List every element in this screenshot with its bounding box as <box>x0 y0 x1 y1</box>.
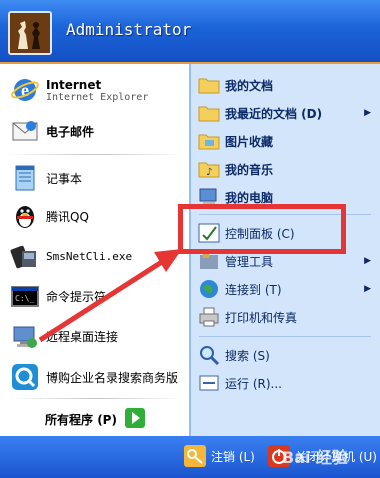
submenu-arrow-icon: ▶ <box>364 284 371 294</box>
user-header: Administrator <box>0 0 380 64</box>
submenu-arrow-icon: ▶ <box>364 256 371 266</box>
smsnetcli-icon <box>10 241 40 271</box>
run-label: 运行 (R)... <box>225 376 282 391</box>
username-label: Administrator <box>66 20 192 39</box>
my-pictures-folder-icon <box>197 129 221 153</box>
my-documents-folder-icon <box>197 73 221 97</box>
recent-documents-label: 我最近的文档 (D) <box>225 106 323 121</box>
remote-desktop-label: 远程桌面连接 <box>46 329 119 344</box>
menu-item-my-music[interactable]: ♪ 我的音乐 <box>197 156 375 182</box>
internet-explorer-icon: e <box>10 75 40 105</box>
connect-to-globe-icon <box>197 277 221 301</box>
command-prompt-icon: C:\_ <box>10 281 40 311</box>
admin-tools-label: 管理工具 <box>225 254 274 269</box>
my-computer-label: 我的电脑 <box>225 190 274 205</box>
my-pictures-label: 图片收藏 <box>225 134 274 149</box>
remote-desktop-icon <box>10 321 40 351</box>
menu-item-remote-desktop[interactable]: 远程桌面连接 <box>0 318 190 354</box>
all-programs-label: 所有程序 (P) <box>45 412 117 427</box>
menu-item-internet[interactable]: e Internet Internet Explorer <box>0 70 190 110</box>
menu-item-run[interactable]: 运行 (R)... <box>197 370 375 396</box>
system-separator <box>199 336 371 337</box>
recent-documents-folder-icon <box>197 101 221 125</box>
menu-item-my-documents[interactable]: 我的文档 <box>197 72 375 98</box>
my-music-label: 我的音乐 <box>225 162 274 177</box>
bogou-search-icon <box>10 362 40 392</box>
menu-item-search[interactable]: 搜索 (S) <box>197 342 375 368</box>
menu-item-my-pictures[interactable]: 图片收藏 <box>197 128 375 154</box>
all-programs-button[interactable]: 所有程序 (P) <box>0 402 190 436</box>
search-label: 搜索 (S) <box>225 348 270 363</box>
qq-label: 腾讯QQ <box>46 209 89 224</box>
smsnetcli-label: SmsNetCli.exe <box>46 249 133 263</box>
menu-item-email[interactable]: 电子邮件 <box>0 112 190 150</box>
svg-text:C:\_: C:\_ <box>15 294 34 303</box>
email-label: 电子邮件 <box>46 124 95 139</box>
logoff-key-icon <box>184 445 206 467</box>
all-programs-arrow-icon <box>124 407 145 431</box>
my-documents-label: 我的文档 <box>225 78 274 93</box>
logoff-label: 注销 (L) <box>211 449 255 464</box>
pinned-programs-pane: e Internet Internet Explorer 电子邮件 记事本 腾讯… <box>0 64 190 436</box>
menu-item-cmd[interactable]: C:\_ 命令提示符 <box>0 278 190 314</box>
svg-text:♪: ♪ <box>206 167 212 178</box>
menu-item-smsnetcli[interactable]: SmsNetCli.exe <box>0 238 190 274</box>
menu-item-qq[interactable]: 腾讯QQ <box>0 198 190 234</box>
run-icon <box>197 371 221 395</box>
logoff-button[interactable]: 注销 (L) <box>184 445 255 467</box>
watermark-text: Bai 经验 <box>282 448 349 467</box>
qq-penguin-icon <box>10 201 40 231</box>
printers-label: 打印机和传真 <box>225 310 298 325</box>
internet-sublabel: Internet Explorer <box>46 91 149 103</box>
menu-item-recent-documents[interactable]: 我最近的文档 (D) ▶ <box>197 100 375 126</box>
user-avatar <box>8 11 52 55</box>
search-icon <box>197 343 221 367</box>
email-icon <box>10 116 40 146</box>
menu-item-notepad[interactable]: 记事本 <box>0 160 190 196</box>
internet-label: Internet <box>46 77 102 92</box>
menu-item-printers[interactable]: 打印机和传真 <box>197 304 375 330</box>
control-panel-highlight-box <box>178 204 346 254</box>
all-programs-separator <box>8 398 184 399</box>
cmd-label: 命令提示符 <box>46 289 107 304</box>
menu-item-connect-to[interactable]: 连接到 (T) ▶ <box>197 276 375 302</box>
connect-to-label: 连接到 (T) <box>225 282 282 297</box>
notepad-icon <box>10 163 40 193</box>
my-music-folder-icon: ♪ <box>197 157 221 181</box>
printer-icon <box>197 305 221 329</box>
pinned-separator <box>8 154 184 155</box>
notepad-label: 记事本 <box>46 171 83 186</box>
menu-item-bogou[interactable]: 博购企业名录搜索商务版 <box>0 358 190 396</box>
bogou-label: 博购企业名录搜索商务版 <box>46 370 179 385</box>
submenu-arrow-icon: ▶ <box>364 108 371 118</box>
